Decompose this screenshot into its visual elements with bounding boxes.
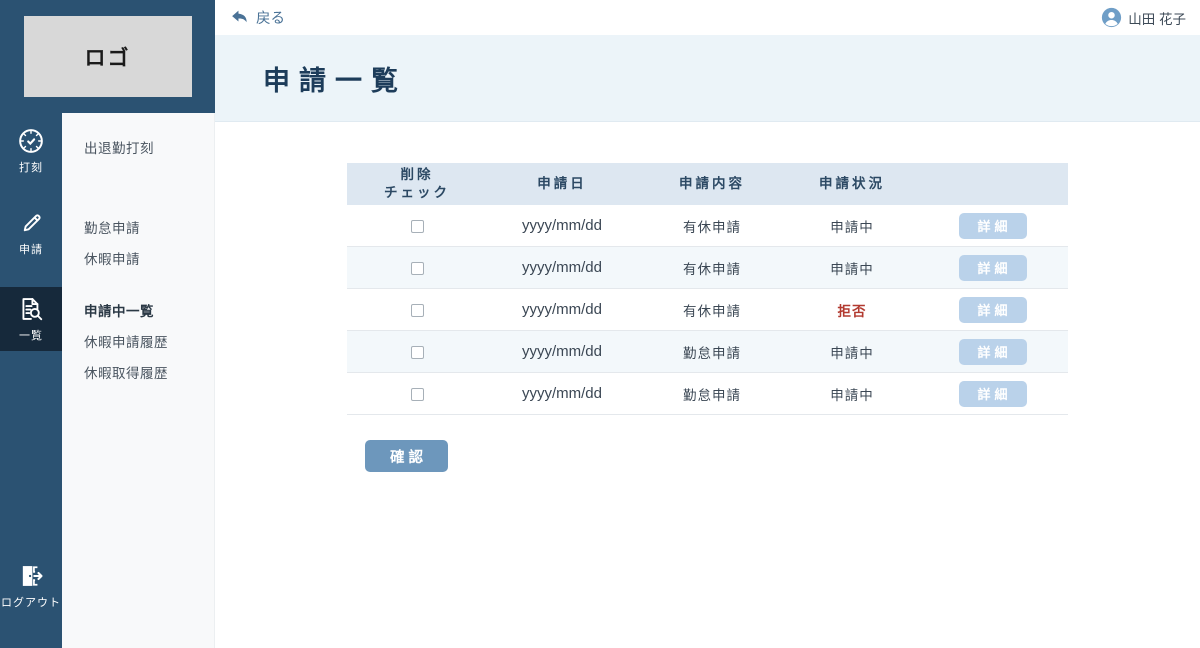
sidebar-item-leave-taken-history[interactable]: 休暇取得履歴 bbox=[62, 356, 214, 387]
pencil-icon bbox=[17, 209, 45, 237]
application-status: 申請中 bbox=[787, 258, 917, 278]
application-content: 有休申請 bbox=[637, 258, 787, 278]
header-application-date: 申請日 bbox=[487, 175, 637, 193]
logo: ロゴ bbox=[24, 16, 192, 97]
detail-button[interactable]: 詳細 bbox=[959, 381, 1027, 407]
application-date: yyyy/mm/dd bbox=[487, 343, 637, 360]
header-delete-check: 削除 チェック bbox=[347, 166, 487, 201]
page-title: 申請一覧 bbox=[263, 59, 407, 98]
sidebar-item-leave-request[interactable]: 休暇申請 bbox=[62, 242, 214, 273]
logo-area: ロゴ bbox=[0, 0, 215, 113]
sidebar-item-attendance-request[interactable]: 勤怠申請 bbox=[62, 211, 214, 242]
rail-item-label: 一覧 bbox=[19, 327, 43, 343]
sidebar-item-pending-requests[interactable]: 申請中一覧 bbox=[62, 294, 214, 325]
header-application-content: 申請内容 bbox=[637, 175, 787, 193]
sidebar-item-clock-in-out[interactable]: 出退勤打刻 bbox=[62, 131, 214, 162]
delete-checkbox[interactable] bbox=[411, 388, 424, 401]
header-application-status: 申請状況 bbox=[787, 175, 917, 193]
rail-item-label: ログアウト bbox=[1, 594, 61, 610]
rail-item-punch[interactable]: 打刻 bbox=[0, 119, 62, 183]
topbar: 戻る 山田 花子 bbox=[215, 0, 1200, 35]
sidebar-submenu: 出退勤打刻 勤怠申請 休暇申請 申請中一覧 休暇申請履歴 休暇取得履歴 bbox=[62, 113, 215, 648]
application-date: yyyy/mm/dd bbox=[487, 385, 637, 402]
application-date: yyyy/mm/dd bbox=[487, 301, 637, 318]
table-row: yyyy/mm/dd 有休申請 拒否 詳細 bbox=[347, 289, 1068, 331]
rail-item-label: 打刻 bbox=[19, 159, 43, 175]
icon-rail: 打刻 申請 一覧 bbox=[0, 113, 62, 648]
application-date: yyyy/mm/dd bbox=[487, 217, 637, 234]
detail-button[interactable]: 詳細 bbox=[959, 339, 1027, 365]
user-chip[interactable]: 山田 花子 bbox=[1101, 7, 1186, 28]
rail-item-list[interactable]: 一覧 bbox=[0, 287, 62, 351]
rail-item-logout[interactable]: ログアウト bbox=[0, 554, 62, 618]
application-status: 拒否 bbox=[787, 300, 917, 320]
back-label: 戻る bbox=[256, 7, 285, 28]
confirm-button[interactable]: 確認 bbox=[365, 440, 448, 472]
back-arrow-icon bbox=[229, 7, 250, 28]
sidebar-item-leave-request-history[interactable]: 休暇申請履歴 bbox=[62, 325, 214, 356]
title-band: 申請一覧 bbox=[215, 35, 1200, 122]
delete-checkbox[interactable] bbox=[411, 262, 424, 275]
table-header-row: 削除 チェック 申請日 申請内容 申請状況 bbox=[347, 163, 1068, 205]
detail-button[interactable]: 詳細 bbox=[959, 297, 1027, 323]
application-content: 勤怠申請 bbox=[637, 342, 787, 362]
table-row: yyyy/mm/dd 勤怠申請 申請中 詳細 bbox=[347, 373, 1068, 415]
delete-checkbox[interactable] bbox=[411, 304, 424, 317]
logout-icon bbox=[17, 562, 45, 590]
application-date: yyyy/mm/dd bbox=[487, 259, 637, 276]
table-row: yyyy/mm/dd 勤怠申請 申請中 詳細 bbox=[347, 331, 1068, 373]
clock-icon bbox=[17, 127, 45, 155]
user-name: 山田 花子 bbox=[1128, 8, 1186, 28]
delete-checkbox[interactable] bbox=[411, 346, 424, 359]
application-status: 申請中 bbox=[787, 384, 917, 404]
rail-item-apply[interactable]: 申請 bbox=[0, 201, 62, 265]
back-link[interactable]: 戻る bbox=[229, 7, 285, 28]
application-content: 有休申請 bbox=[637, 300, 787, 320]
delete-checkbox[interactable] bbox=[411, 220, 424, 233]
application-content: 勤怠申請 bbox=[637, 384, 787, 404]
table-row: yyyy/mm/dd 有休申請 申請中 詳細 bbox=[347, 247, 1068, 289]
avatar bbox=[1101, 7, 1122, 28]
application-content: 有休申請 bbox=[637, 216, 787, 236]
list-search-icon bbox=[17, 295, 45, 323]
detail-button[interactable]: 詳細 bbox=[959, 255, 1027, 281]
main-content: 削除 チェック 申請日 申請内容 申請状況 yyyy/mm/dd 有休申請 申請… bbox=[215, 122, 1200, 648]
application-status: 申請中 bbox=[787, 216, 917, 236]
application-status: 申請中 bbox=[787, 342, 917, 362]
table-row: yyyy/mm/dd 有休申請 申請中 詳細 bbox=[347, 205, 1068, 247]
rail-item-label: 申請 bbox=[19, 241, 43, 257]
detail-button[interactable]: 詳細 bbox=[959, 213, 1027, 239]
applications-table: 削除 チェック 申請日 申請内容 申請状況 yyyy/mm/dd 有休申請 申請… bbox=[347, 163, 1068, 415]
